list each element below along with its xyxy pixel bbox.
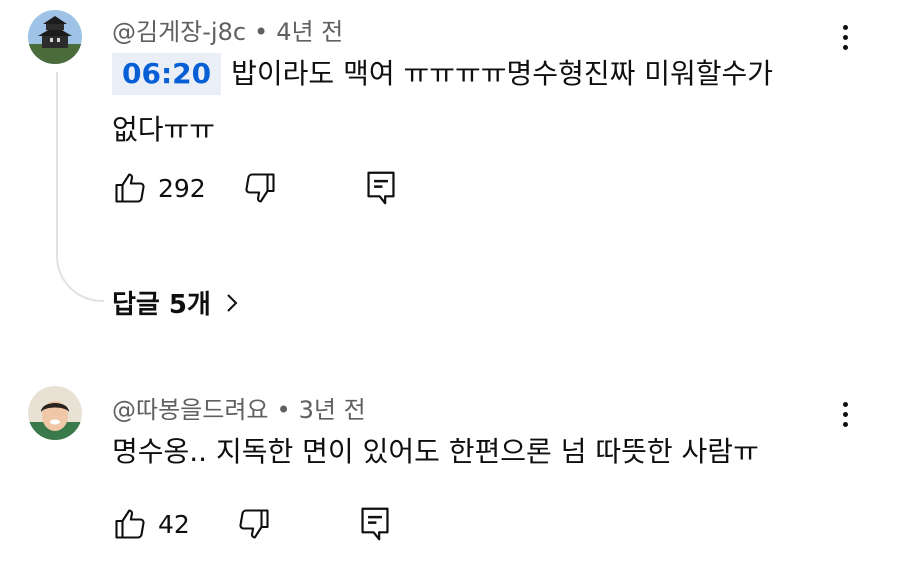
comment-1-like-button[interactable]: 292 (112, 170, 206, 206)
comment-1-replies-toggle[interactable]: 답글 5개 (112, 284, 239, 321)
chevron-right-icon (227, 293, 238, 312)
comment-2-text: 명수옹.. 지독한 면이 있어도 한편으론 넘 따뜻한 사람ㅠ (112, 435, 759, 468)
comment-1-timestamp-link[interactable]: 06:20 (112, 53, 222, 95)
comment-1-text-line2: 없다ㅠㅠ (112, 113, 216, 146)
meta-separator: • (254, 18, 269, 46)
comment-2-like-button[interactable]: 42 (112, 506, 190, 542)
comment-1-actions: 292 (112, 170, 398, 206)
comment-1-text-line1: 밥이라도 맥여 ㅠㅠㅠㅠ명수형진짜 미워할수가 (231, 57, 774, 90)
reply-comment-icon (367, 171, 395, 205)
reply-comment-icon (361, 507, 389, 541)
comment-1-dislike-button[interactable] (242, 170, 278, 206)
comment-1-like-count: 292 (158, 173, 206, 203)
more-dot-icon (842, 35, 848, 40)
comment-2-reply-button[interactable] (358, 506, 392, 542)
person-avatar-icon (28, 386, 82, 440)
thumbs-down-icon (245, 173, 275, 203)
comment-2-like-count: 42 (158, 509, 190, 539)
thumbs-down-icon (239, 509, 269, 539)
comment-1-author[interactable]: @김게장-j8c (112, 18, 246, 46)
comment-2-actions: 42 (112, 506, 392, 542)
more-dot-icon (842, 402, 848, 407)
comment-1-replies-label: 답글 5개 (112, 290, 211, 320)
more-dot-icon (842, 412, 848, 417)
comment-2-author[interactable]: @따봉을드려요 (112, 396, 268, 424)
castle-avatar-icon (28, 10, 82, 64)
meta-separator: • (276, 396, 291, 424)
more-dot-icon (842, 25, 848, 30)
comment-2-age[interactable]: 3년 전 (299, 396, 366, 424)
comment-1-avatar[interactable] (28, 10, 82, 64)
thumbs-up-icon (115, 509, 145, 539)
comment-2-dislike-button[interactable] (236, 506, 272, 542)
comment-2-avatar[interactable] (28, 386, 82, 440)
comment-2-meta: @따봉을드려요 • 3년 전 (112, 390, 366, 425)
thread-connector-line (56, 72, 104, 302)
comment-1-text: 06:20 밥이라도 맥여 ㅠㅠㅠㅠ명수형진짜 미워할수가 없다ㅠㅠ (112, 46, 872, 158)
comment-1-age[interactable]: 4년 전 (276, 18, 343, 46)
comment-1-reply-button[interactable] (364, 170, 398, 206)
comment-1-meta: @김게장-j8c • 4년 전 (112, 12, 343, 47)
thumbs-up-icon (115, 173, 145, 203)
